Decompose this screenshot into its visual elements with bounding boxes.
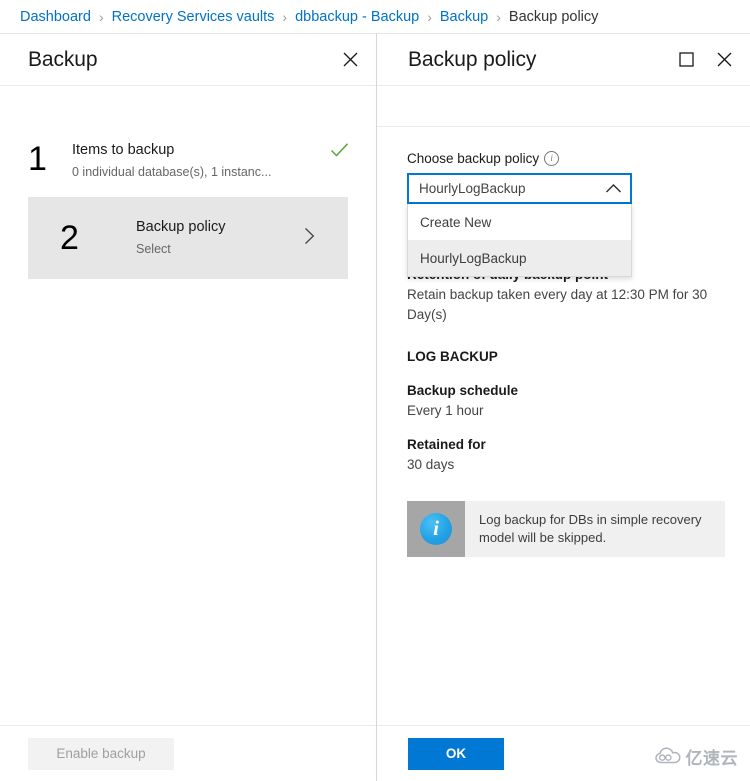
- backup-policy-dropdown: HourlyLogBackup Create New HourlyLogBack…: [407, 173, 632, 277]
- backup-policy-option-list: Create New HourlyLogBackup: [407, 204, 632, 277]
- close-icon[interactable]: [712, 48, 736, 72]
- info-icon: i: [420, 513, 452, 545]
- close-icon[interactable]: [338, 48, 362, 72]
- backup-policy-header-actions: [674, 48, 736, 72]
- chevron-up-icon[interactable]: [605, 183, 622, 194]
- breadcrumb-item-backup-policy: Backup policy: [508, 8, 599, 25]
- breadcrumb-item-backup[interactable]: Backup: [440, 9, 488, 25]
- info-notice-message: Log backup for DBs in simple recovery mo…: [479, 512, 702, 545]
- detail-section-log-backup: LOG BACKUP: [407, 347, 722, 367]
- chevron-right-icon: [304, 227, 315, 248]
- backup-steps-list: 1 Items to backup 0 individual database(…: [0, 86, 376, 279]
- step-subtitle: 0 individual database(s), 1 instanc...: [72, 165, 272, 179]
- backup-policy-command-bar: [377, 86, 750, 127]
- breadcrumb-item-recovery-services-vaults[interactable]: Recovery Services vaults: [112, 9, 275, 25]
- backup-blade-footer: Enable backup: [0, 725, 376, 781]
- maximize-icon[interactable]: [674, 48, 698, 72]
- cloud-icon: [654, 746, 681, 767]
- info-notice-icon-area: i: [407, 501, 465, 557]
- step-subtitle: Select: [136, 242, 171, 256]
- breadcrumb-separator: ›: [282, 8, 288, 25]
- info-circle-icon[interactable]: i: [544, 151, 560, 166]
- backup-policy-body: Choose backup policy i HourlyLogBackup C…: [377, 127, 750, 557]
- choose-backup-policy-label: Choose backup policy i: [407, 151, 722, 166]
- breadcrumb-separator: ›: [98, 8, 104, 25]
- step-item-items-to-backup[interactable]: 1 Items to backup 0 individual database(…: [0, 125, 376, 197]
- detail-section-heading: LOG BACKUP: [407, 349, 498, 364]
- step-status: [322, 140, 356, 161]
- step-text-block: Backup policy Select: [136, 217, 292, 258]
- backup-blade: Backup 1 Items to backup 0 individual da…: [0, 33, 376, 781]
- enable-backup-button[interactable]: Enable backup: [28, 737, 174, 770]
- watermark: 亿速云: [654, 744, 739, 769]
- breadcrumb-item-dashboard[interactable]: Dashboard: [20, 9, 91, 25]
- step-item-backup-policy[interactable]: 2 Backup policy Select: [28, 197, 348, 279]
- backup-blade-header: Backup: [0, 34, 376, 86]
- breadcrumb: Dashboard › Recovery Services vaults › d…: [0, 0, 750, 33]
- detail-heading: Retained for: [407, 437, 486, 452]
- backup-policy-select[interactable]: HourlyLogBackup: [407, 173, 632, 204]
- dropdown-option-hourlylogbackup[interactable]: HourlyLogBackup: [408, 240, 631, 276]
- step-number: 1: [28, 140, 47, 178]
- dropdown-option-create-new[interactable]: Create New: [408, 204, 631, 240]
- step-title: Items to backup: [72, 142, 175, 158]
- step-number: 2: [60, 218, 79, 257]
- breadcrumb-separator: ›: [427, 8, 432, 25]
- detail-value: Retain backup taken every day at 12:30 P…: [407, 287, 708, 322]
- detail-value: Every 1 hour: [407, 403, 484, 418]
- watermark-text: 亿速云: [685, 749, 738, 768]
- info-notice: i Log backup for DBs in simple recovery …: [407, 501, 725, 557]
- detail-retained-for: Retained for 30 days: [407, 435, 722, 475]
- checkmark-icon: [330, 142, 349, 161]
- backup-policy-selected-value: HourlyLogBackup: [419, 181, 526, 196]
- backup-policy-blade: Backup policy Choose backup policy i Hou…: [377, 33, 750, 781]
- backup-policy-blade-title: Backup policy: [408, 47, 537, 71]
- backup-blade-header-actions: [338, 48, 362, 72]
- detail-heading: Backup schedule: [407, 383, 519, 398]
- detail-value: 30 days: [407, 457, 455, 472]
- breadcrumb-item-dbbackup-backup[interactable]: dbbackup - Backup: [295, 9, 419, 25]
- backup-policy-blade-header: Backup policy: [377, 34, 750, 86]
- ok-button[interactable]: OK: [408, 737, 504, 770]
- detail-backup-schedule: Backup schedule Every 1 hour: [407, 381, 722, 421]
- breadcrumb-separator: ›: [496, 8, 501, 25]
- step-title: Backup policy: [136, 219, 226, 235]
- step-status: [292, 227, 326, 248]
- choose-backup-policy-label-text: Choose backup policy: [407, 151, 540, 166]
- step-text-block: Items to backup 0 individual database(s)…: [72, 140, 322, 181]
- backup-blade-title: Backup: [28, 47, 98, 71]
